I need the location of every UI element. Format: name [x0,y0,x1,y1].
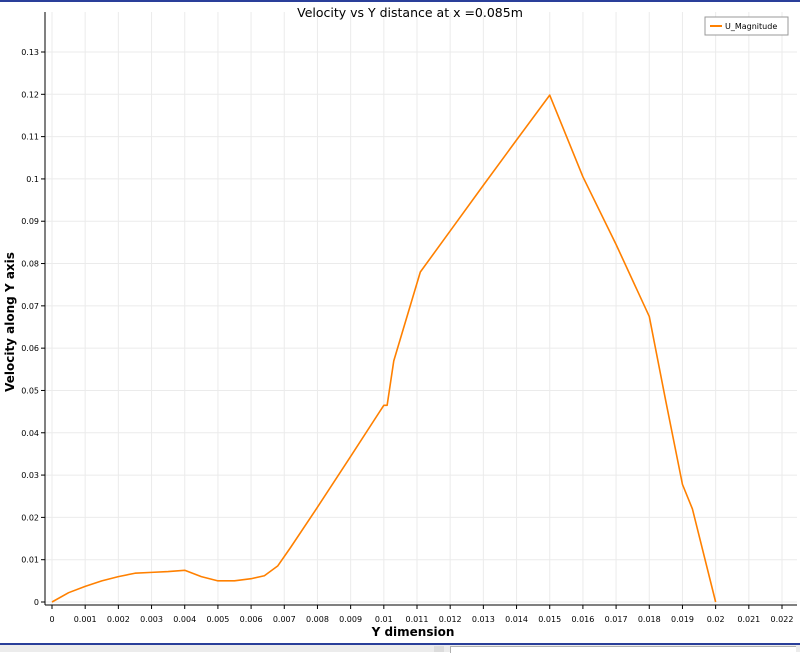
x-tick-label: 0.003 [140,615,163,624]
x-tick-label: 0.007 [273,615,296,624]
x-tick-label: 0.009 [339,615,362,624]
x-tick-label: 0.004 [173,615,196,624]
chart-title: Velocity vs Y distance at x =0.085m [297,5,523,20]
x-tick-label: 0.016 [571,615,594,624]
status-bar-handle[interactable] [434,646,444,652]
x-axis-label: Y dimension [371,625,455,639]
y-tick-label: 0.13 [21,48,39,57]
chart-area: 0 0.001 0.002 0.003 0.004 0.005 0.006 0.007 0.00… [3,5,797,639]
y-tick-label: 0.05 [21,386,39,395]
y-tick-label: 0.02 [21,513,39,522]
y-tick-label: 0.06 [21,344,39,353]
x-tick-label: 0.02 [707,615,725,624]
legend-label-u-magnitude: U_Magnitude [725,22,777,31]
x-tick-label: 0.021 [737,615,760,624]
x-tick-label: 0.008 [306,615,329,624]
x-tick-label: 0.002 [107,615,130,624]
y-tick-label: 0.09 [21,217,39,226]
x-tick-label: 0.001 [74,615,97,624]
legend: U_Magnitude [704,16,789,36]
x-tick-label: 0.018 [638,615,661,624]
x-tick-label: 0.005 [206,615,229,624]
y-tick-label: 0.12 [21,90,39,99]
grid [45,12,797,605]
y-tick-label: 0 [34,598,39,607]
x-tick-label: 0 [49,615,54,624]
x-tick-label: 0.017 [605,615,628,624]
axes [41,12,797,609]
tick-labels: 0 0.001 0.002 0.003 0.004 0.005 0.006 0.007 0.00… [21,48,793,624]
y-tick-label: 0.1 [26,175,39,184]
y-tick-label: 0.08 [21,260,39,269]
x-tick-label: 0.011 [406,615,429,624]
y-tick-label: 0.03 [21,471,39,480]
x-tick-label: 0.012 [439,615,462,624]
x-tick-label: 0.006 [240,615,263,624]
x-tick-label: 0.01 [375,615,393,624]
y-tick-label: 0.11 [21,133,39,142]
x-tick-label: 0.014 [505,615,528,624]
y-tick-label: 0.07 [21,302,39,311]
x-tick-label: 0.022 [771,615,794,624]
y-tick-label: 0.01 [21,556,39,565]
x-tick-label: 0.019 [671,615,694,624]
y-tick-label: 0.04 [21,429,39,438]
y-axis-label: Velocity along Y axis [3,252,17,392]
x-tick-label: 0.015 [538,615,561,624]
x-tick-label: 0.013 [472,615,495,624]
